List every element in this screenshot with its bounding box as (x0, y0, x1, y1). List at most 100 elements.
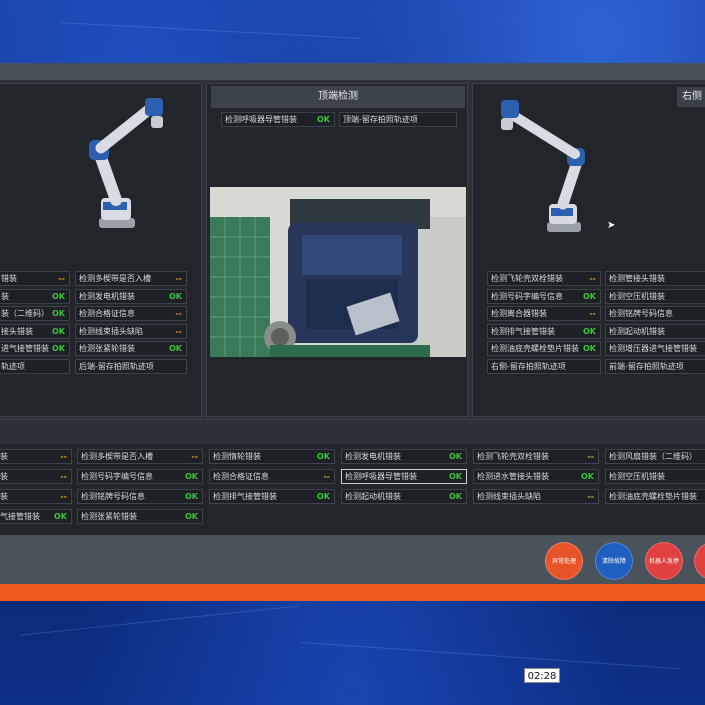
inspection-item[interactable]: 右侧-留存拍照轨迹项 (487, 358, 601, 374)
inspection-item-label: 检测飞轮壳双栓错装 (477, 452, 549, 461)
inspection-item[interactable]: 气接管错装 OK (0, 509, 72, 524)
control-button[interactable]: 异常处理 (545, 542, 583, 580)
inspection-item[interactable]: 检测起动机错装 (605, 323, 705, 339)
inspection-item[interactable]: 顶端-留存拍照轨迹项 (339, 112, 457, 127)
inspection-item[interactable]: 检测空压机错装 (605, 469, 705, 484)
inspection-item-status: OK (185, 512, 198, 521)
inspection-item-status: OK (583, 344, 596, 353)
inspection-item[interactable]: 检测起动机错装 OK (341, 489, 467, 504)
inspection-item-label: 检测油底壳螺栓垫片错装 (609, 492, 697, 501)
inspection-item[interactable]: 装（二维码） OK (0, 306, 70, 321)
inspection-item[interactable]: 检测合格证信息 -- (75, 306, 187, 321)
inspection-item[interactable]: 检测排气接管错装 OK (209, 489, 335, 504)
inspection-item[interactable]: 检测号码字编号信息 OK (77, 469, 203, 484)
inspection-item-label: 检测合格证信息 (213, 472, 269, 481)
inspection-item-label: 检测铭牌号码信息 (81, 492, 145, 501)
inspection-item-label: 前端-留存拍照轨迹项 (609, 361, 684, 371)
camera-feed (210, 187, 466, 357)
inspection-item-label: 检测合格证信息 (79, 309, 135, 318)
inspection-item[interactable]: 检测铭牌号码信息 OK (77, 489, 203, 504)
inspection-item[interactable]: 检测飞轮壳双栓错装 -- (487, 271, 601, 286)
inspection-item-label: 检测呼吸器导管错装 (225, 115, 297, 124)
inspection-item-label: 检测排气接管错装 (491, 326, 555, 336)
control-button[interactable]: 机器人急停 (645, 542, 683, 580)
control-button[interactable]: 急 (694, 542, 705, 580)
inspection-item-status: -- (587, 452, 594, 461)
inspection-item-status: OK (52, 309, 65, 318)
inspection-item[interactable]: 后端-留存拍照轨迹项 (75, 358, 187, 374)
inspection-item-label: 检测张紧轮错装 (81, 512, 137, 521)
inspection-item[interactable]: 检测合格证信息 -- (209, 469, 335, 484)
inspection-item[interactable]: 检测惰轮错装 OK (209, 449, 335, 464)
inspection-item[interactable]: 装 -- (0, 449, 72, 464)
inspection-item[interactable]: 检测油底壳螺栓垫片错装 OK (487, 341, 601, 356)
inspection-item[interactable]: 检测铭牌号码信息 (605, 306, 705, 321)
inspection-item-label: 检测排气接管错装 (213, 492, 277, 501)
inspection-item[interactable]: 检测号码字编号信息 OK (487, 288, 601, 304)
inspection-item-status: -- (175, 309, 182, 318)
inspection-item-label: 检测惰轮错装 (213, 452, 261, 461)
inspection-item-label: 轨迹项 (1, 361, 25, 371)
inspection-item[interactable]: 装 -- (0, 469, 72, 484)
inspection-item-status: -- (175, 274, 182, 283)
inspection-item-label: 错装 (1, 274, 17, 283)
inspection-item-status: -- (60, 492, 67, 501)
engine-camera-image (210, 187, 466, 357)
inspection-item[interactable]: 装 OK (0, 288, 70, 304)
inspection-item[interactable]: 错装 -- (0, 271, 70, 286)
inspection-item-status: OK (52, 326, 65, 336)
inspection-item-status: -- (175, 326, 182, 336)
inspection-item-label: 接头错装 (1, 326, 33, 336)
inspection-item-status: OK (449, 452, 462, 461)
inspection-item-label: 装 (0, 472, 8, 481)
inspection-item[interactable]: 检测飞轮壳双栓错装 -- (473, 449, 599, 464)
inspection-item[interactable]: 检测多楔带是否入槽 -- (75, 271, 187, 286)
inspection-item[interactable]: 检测张紧轮错装 OK (75, 341, 187, 356)
inspection-item[interactable]: 轨迹项 (0, 358, 70, 374)
inspection-item-status: OK (583, 326, 596, 336)
inspection-item[interactable]: 检测呼吸器导管错装 OK (341, 469, 467, 484)
inspection-item-label: 检测号码字编号信息 (491, 291, 563, 301)
inspection-item-label: 检测油底壳螺栓垫片错装 (491, 344, 579, 353)
inspection-item[interactable]: 检测空压机错装 (605, 288, 705, 304)
inspection-item[interactable]: 检测油底壳螺栓垫片错装 (605, 489, 705, 504)
inspection-item-label: 装（二维码） (1, 309, 49, 318)
summary-area: 装 -- 装 -- 装 -- 气接管错装 OK 检测多楔带是否入槽 -- 检测号码字编号信息 OK 检测… (0, 419, 705, 535)
inspection-item[interactable]: 接头错装 OK (0, 323, 70, 339)
inspection-item[interactable]: 检测发电机错装 OK (75, 288, 187, 304)
mouse-cursor-icon: ➤ (607, 220, 616, 231)
inspection-item-status: OK (169, 344, 182, 353)
inspection-item-label: 检测号码字编号信息 (81, 472, 153, 481)
inspection-item[interactable]: 检测离合器错装 -- (487, 306, 601, 321)
inspection-item-label: 检测发电机错装 (79, 291, 135, 301)
inspection-item[interactable]: 检测增压器进气接管错装 (605, 341, 705, 356)
inspection-item[interactable]: 检测管接头错装 (605, 271, 705, 286)
inspection-item-label: 检测发电机错装 (345, 452, 401, 461)
inspection-item[interactable]: 检测进水管接头错装 OK (473, 469, 599, 484)
inspection-item-label: 检测增压器进气接管错装 (609, 344, 697, 353)
inspection-item[interactable]: 检测排气接管错装 OK (487, 323, 601, 339)
status-bar (0, 584, 705, 601)
inspection-item-label: 装 (1, 291, 9, 301)
inspection-item[interactable]: 检测线束插头缺陷 -- (473, 489, 599, 504)
inspection-item-status: -- (60, 472, 67, 481)
inspection-item-status: OK (317, 492, 330, 501)
inspection-item[interactable]: 检测线束插头缺陷 -- (75, 323, 187, 339)
inspection-item[interactable]: 检测张紧轮错装 OK (77, 509, 203, 524)
inspection-item[interactable]: 进气接管错装 OK (0, 341, 70, 356)
inspection-item-label: 检测空压机错装 (609, 472, 665, 481)
inspection-item[interactable]: 装 -- (0, 489, 72, 504)
control-button[interactable]: 清除故障 (595, 542, 633, 580)
inspection-item[interactable]: 检测发电机错装 OK (341, 449, 467, 464)
panel-title-right: 右侧 (677, 87, 705, 107)
inspection-item[interactable]: 检测风扇错装（二维码） (605, 449, 705, 464)
inspection-item[interactable]: 检测多楔带是否入槽 -- (77, 449, 203, 464)
inspection-item-status: OK (54, 512, 67, 521)
inspection-item-label: 装 (0, 492, 8, 501)
inspection-item-label: 检测多楔带是否入槽 (79, 274, 151, 283)
inspection-item[interactable]: 前端-留存拍照轨迹项 (605, 358, 705, 374)
inspection-app-window: 错装 -- 检测多楔带是否入槽 -- 装 OK 检测发电机错装 OK 装（二维码） OK 检测合格证… (0, 63, 705, 601)
inspection-item[interactable]: 检测呼吸器导管错装 OK (221, 112, 335, 127)
inspection-item-label: 检测飞轮壳双栓错装 (491, 274, 563, 283)
inspection-item-status: -- (323, 472, 330, 481)
